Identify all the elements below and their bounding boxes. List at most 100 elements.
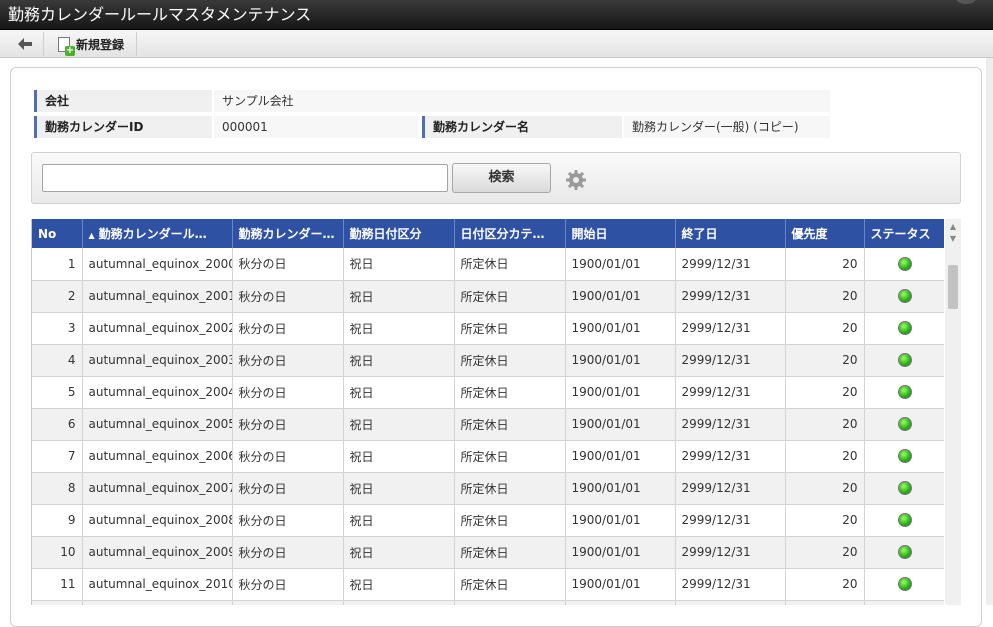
back-button[interactable]: [6, 32, 44, 56]
cell-end-date: 2999/12/31: [675, 376, 786, 409]
table-row[interactable]: 1 autumnal_equinox_2000 秋分の日 祝日 所定休日 1900/01/…: [32, 248, 944, 281]
gear-icon[interactable]: [565, 169, 587, 191]
cell-calendar-name: 秋分の日: [232, 504, 344, 537]
cell-end-date: 2999/12/31: [675, 344, 786, 377]
cell-calendar-name: 秋分の日: [232, 472, 344, 505]
cell-start-date: 1900/01/01: [565, 312, 676, 345]
new-register-label: 新規登録: [76, 37, 125, 52]
cell-end-date: 2999/12/31: [675, 408, 786, 441]
cell-date-kubun: 祝日: [343, 504, 455, 537]
company-label: 会社: [34, 90, 212, 112]
col-rule[interactable]: ▲ 勤務カレンダール…: [82, 219, 233, 248]
cell-calendar-name: 秋分の日: [232, 344, 344, 377]
cell-rule: autumnal_equinox_2011: [82, 600, 233, 605]
calendar-id-label: 勤務カレンダーID: [34, 116, 212, 138]
cell-status: [864, 344, 944, 377]
cell-no: 5: [32, 376, 83, 409]
window-title: 勤務カレンダールールマスタメンテナンス: [8, 5, 312, 24]
calendar-name-value: 勤務カレンダー(一般) (コピー): [624, 116, 830, 138]
cell-calendar-name: 秋分の日: [232, 600, 344, 605]
cell-rule: autumnal_equinox_2004: [82, 376, 233, 409]
cell-no: 4: [32, 344, 83, 377]
cell-status: [864, 600, 944, 605]
calendar-name-label: 勤務カレンダー名: [422, 116, 622, 138]
new-register-button[interactable]: 新規登録: [48, 32, 138, 56]
cell-date-kubun: 祝日: [343, 312, 455, 345]
table-row[interactable]: 5 autumnal_equinox_2004 秋分の日 祝日 所定休日 1900/01/…: [32, 376, 944, 409]
scroll-down-icon[interactable]: ▼: [945, 233, 961, 245]
table-row[interactable]: 6 autumnal_equinox_2005 秋分の日 祝日 所定休日 1900/01/…: [32, 408, 944, 441]
col-no[interactable]: No: [32, 219, 83, 248]
cell-date-kubun: 祝日: [343, 280, 455, 313]
col-category[interactable]: 日付区分カテ…: [454, 219, 566, 248]
cell-date-kubun: 祝日: [343, 440, 455, 473]
cell-start-date: 1900/01/01: [565, 344, 676, 377]
cell-priority: 20: [785, 280, 865, 313]
cell-priority: 20: [785, 376, 865, 409]
cell-priority: 20: [785, 344, 865, 377]
toolbar: 新規登録: [0, 30, 993, 58]
cell-start-date: 1900/01/01: [565, 376, 676, 409]
page-scrollbar[interactable]: [986, 58, 993, 605]
cell-no: 8: [32, 472, 83, 505]
new-document-icon: [58, 36, 75, 56]
cell-no: 10: [32, 536, 83, 569]
table-row[interactable]: 7 autumnal_equinox_2006 秋分の日 祝日 所定休日 1900/01/…: [32, 440, 944, 473]
col-priority[interactable]: 優先度: [785, 219, 865, 248]
cell-priority: 20: [785, 408, 865, 441]
cell-status: [864, 440, 944, 473]
cell-rule: autumnal_equinox_2007: [82, 472, 233, 505]
cell-priority: 20: [785, 600, 865, 605]
col-calendar-name[interactable]: 勤務カレンダー…: [232, 219, 344, 248]
cell-status: [864, 504, 944, 537]
rules-grid: No ▲ 勤務カレンダール… 勤務カレンダー… 勤務日付区分 日付区分カテ… 開始…: [31, 219, 944, 605]
col-status[interactable]: ステータス: [864, 219, 944, 248]
sort-asc-icon: ▲: [88, 231, 95, 240]
table-row[interactable]: 8 autumnal_equinox_2007 秋分の日 祝日 所定休日 1900/01/…: [32, 472, 944, 505]
cell-priority: 20: [785, 248, 865, 281]
search-button[interactable]: 検索: [452, 163, 551, 193]
cell-rule: autumnal_equinox_2003: [82, 344, 233, 377]
cell-date-kubun: 祝日: [343, 472, 455, 505]
cell-rule: autumnal_equinox_2008: [82, 504, 233, 537]
company-value: サンプル会社: [214, 90, 830, 112]
scroll-thumb[interactable]: [948, 265, 958, 309]
arrow-left-icon: [17, 38, 32, 50]
grid-scrollbar[interactable]: ▲ ▼: [945, 219, 961, 605]
table-row[interactable]: 12autumnal_equinox_2011秋分の日祝日所定休日1900/01…: [32, 600, 944, 605]
scroll-up-icon[interactable]: ▲: [945, 221, 961, 233]
cell-status: [864, 376, 944, 409]
col-start-date[interactable]: 開始日: [565, 219, 676, 248]
cell-calendar-name: 秋分の日: [232, 280, 344, 313]
cell-date-kubun: 祝日: [343, 344, 455, 377]
cell-priority: 20: [785, 568, 865, 601]
cell-date-kubun: 祝日: [343, 248, 455, 281]
cell-end-date: 2999/12/31: [675, 536, 786, 569]
cell-status: [864, 568, 944, 601]
cell-end-date: 2999/12/31: [675, 600, 786, 605]
cell-priority: 20: [785, 536, 865, 569]
status-active-icon: [897, 449, 912, 464]
cell-date-kubun: 祝日: [343, 376, 455, 409]
cell-start-date: 1900/01/01: [565, 408, 676, 441]
cell-category: 所定休日: [454, 376, 566, 409]
cell-date-kubun: 祝日: [343, 536, 455, 569]
table-row[interactable]: 11 autumnal_equinox_2010 秋分の日 祝日 所定休日 1900/01…: [32, 568, 944, 601]
cell-category: 所定休日: [454, 600, 566, 605]
table-row[interactable]: 2 autumnal_equinox_2001 秋分の日 祝日 所定休日 1900/01/…: [32, 280, 944, 313]
cell-priority: 20: [785, 440, 865, 473]
status-active-icon: [897, 577, 912, 592]
col-end-date[interactable]: 終了日: [675, 219, 786, 248]
search-input[interactable]: [42, 164, 448, 192]
cell-no: 7: [32, 440, 83, 473]
status-active-icon: [897, 353, 912, 368]
cell-end-date: 2999/12/31: [675, 280, 786, 313]
table-row[interactable]: 4 autumnal_equinox_2003 秋分の日 祝日 所定休日 1900/01/…: [32, 344, 944, 377]
cell-rule: autumnal_equinox_2005: [82, 408, 233, 441]
col-date-kubun[interactable]: 勤務日付区分: [343, 219, 455, 248]
table-row[interactable]: 10 autumnal_equinox_2009 秋分の日 祝日 所定休日 1900/01…: [32, 536, 944, 569]
table-row[interactable]: 3 autumnal_equinox_2002 秋分の日 祝日 所定休日 1900/01/…: [32, 312, 944, 345]
cell-no: 2: [32, 280, 83, 313]
table-row[interactable]: 9 autumnal_equinox_2008 秋分の日 祝日 所定休日 1900/01/…: [32, 504, 944, 537]
cell-end-date: 2999/12/31: [675, 568, 786, 601]
